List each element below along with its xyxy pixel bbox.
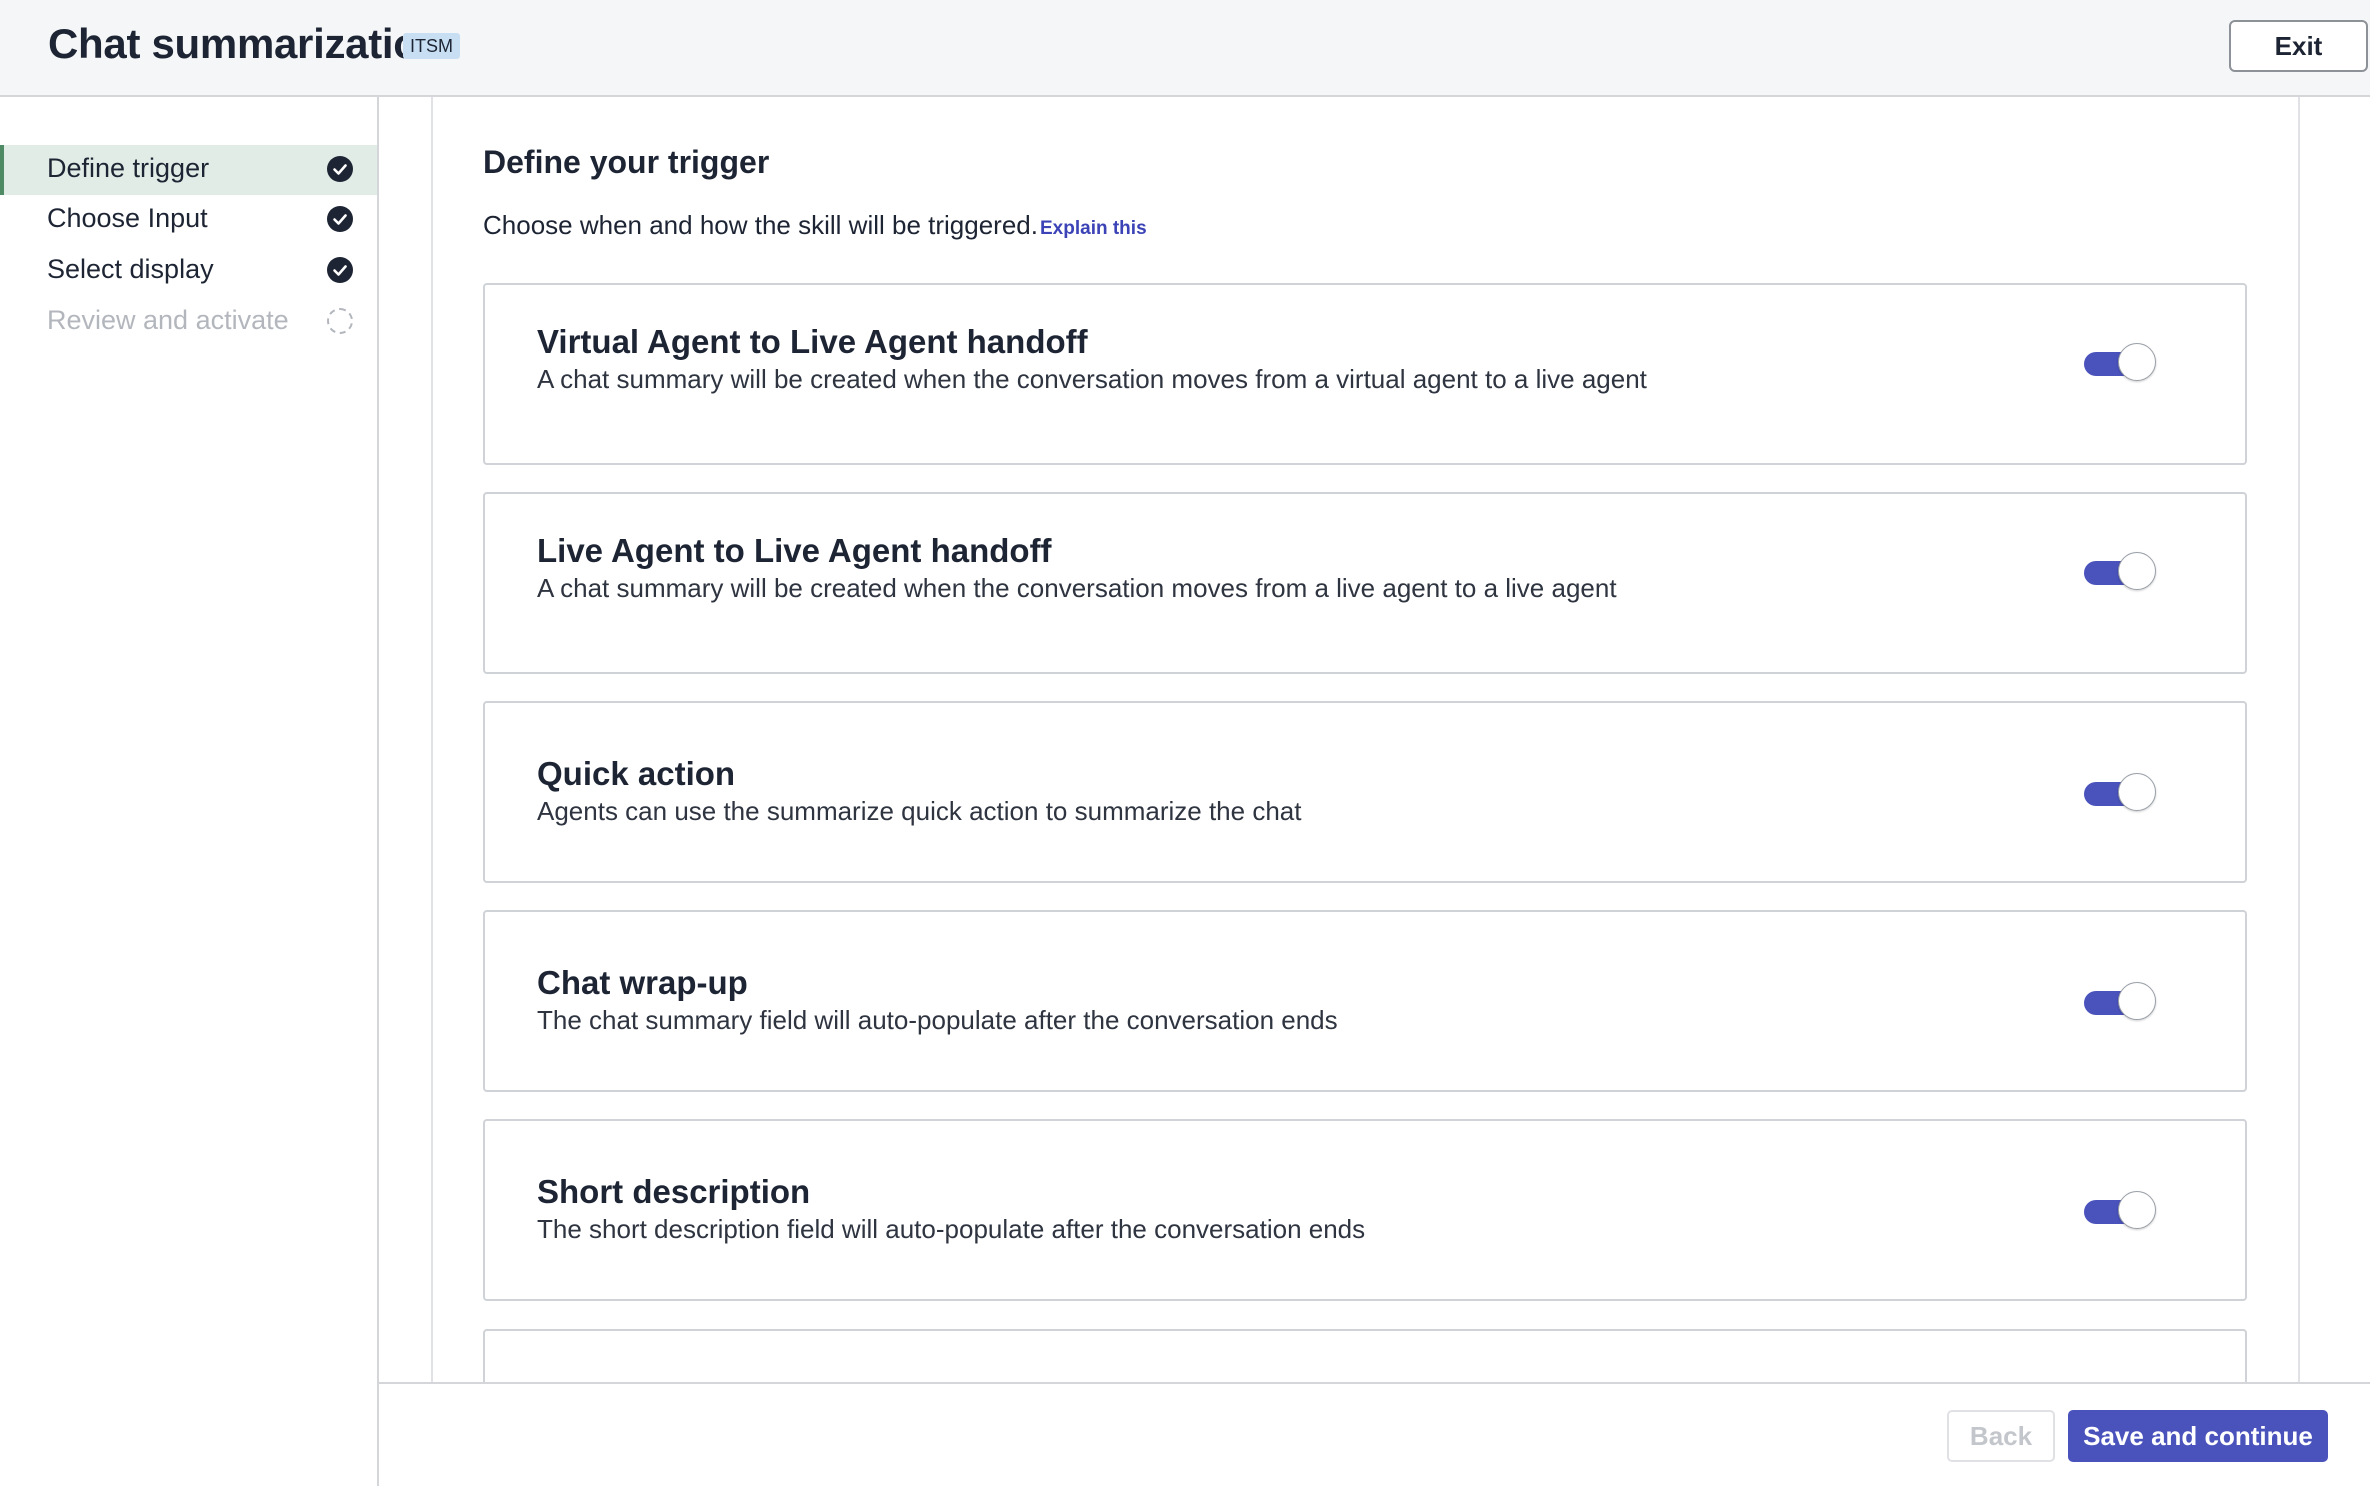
card-description: The chat summary field will auto-populat… [537, 1005, 1338, 1035]
footer-bar: Back Save and continue [379, 1382, 2370, 1486]
panel-border-left [431, 97, 433, 1382]
trigger-toggle[interactable] [2080, 1189, 2160, 1231]
toggle-knob [2118, 343, 2156, 381]
section-title: Define your trigger [483, 144, 770, 180]
save-and-continue-button[interactable]: Save and continue [2068, 1410, 2328, 1462]
check-circle-icon [327, 257, 353, 283]
card-title: Chat wrap-up [537, 964, 748, 1001]
card-title: Virtual Agent to Live Agent handoff [537, 323, 1088, 360]
trigger-toggle[interactable] [2080, 980, 2160, 1022]
card-description: A chat summary will be created when the … [537, 364, 1647, 394]
toggle-knob [2118, 1191, 2156, 1229]
step-select-display[interactable]: Select display [0, 246, 377, 296]
main-panel: Define your trigger Choose when and how … [379, 97, 2370, 1382]
trigger-toggle[interactable] [2080, 771, 2160, 813]
explain-this-link[interactable]: Explain this [1040, 218, 1147, 240]
exit-button[interactable]: Exit [2229, 20, 2368, 72]
panel-border-right [2298, 97, 2300, 1382]
product-badge: ITSM [403, 33, 460, 59]
trigger-card-quick-action: Quick action Agents can use the summariz… [483, 701, 2247, 883]
card-description: The short description field will auto-po… [537, 1214, 1366, 1244]
page-title: Chat summarization [48, 20, 444, 67]
pending-circle-icon [327, 308, 353, 334]
card-title: Short description [537, 1173, 811, 1210]
back-button[interactable]: Back [1947, 1410, 2055, 1462]
card-title: Quick action [537, 755, 736, 792]
check-circle-icon [327, 156, 353, 182]
page-header: Chat summarization ITSM Exit [0, 0, 2370, 97]
step-review-and-activate[interactable]: Review and activate [0, 297, 377, 347]
toggle-knob [2118, 773, 2156, 811]
trigger-card-live-to-live: Live Agent to Live Agent handoff A chat … [483, 492, 2247, 674]
step-label: Select display [47, 254, 214, 284]
trigger-card-partial [483, 1329, 2247, 1382]
toggle-knob [2118, 552, 2156, 590]
section-subtitle: Choose when and how the skill will be tr… [483, 210, 1038, 240]
trigger-card-chat-wrap-up: Chat wrap-up The chat summary field will… [483, 910, 2247, 1092]
step-label: Choose Input [47, 203, 208, 233]
trigger-toggle[interactable] [2080, 341, 2160, 383]
step-choose-input[interactable]: Choose Input [0, 195, 377, 245]
card-title: Live Agent to Live Agent handoff [537, 532, 1052, 569]
step-label: Review and activate [47, 305, 289, 335]
card-description: A chat summary will be created when the … [537, 573, 1617, 603]
trigger-card-virtual-to-live: Virtual Agent to Live Agent handoff A ch… [483, 283, 2247, 465]
trigger-toggle[interactable] [2080, 550, 2160, 592]
step-sidebar: Define trigger Choose Input Select displ… [0, 97, 379, 1486]
trigger-card-short-description: Short description The short description … [483, 1119, 2247, 1301]
check-circle-icon [327, 206, 353, 232]
card-description: Agents can use the summarize quick actio… [537, 796, 1302, 826]
toggle-knob [2118, 982, 2156, 1020]
step-label: Define trigger [47, 153, 210, 183]
step-define-trigger[interactable]: Define trigger [0, 145, 377, 195]
